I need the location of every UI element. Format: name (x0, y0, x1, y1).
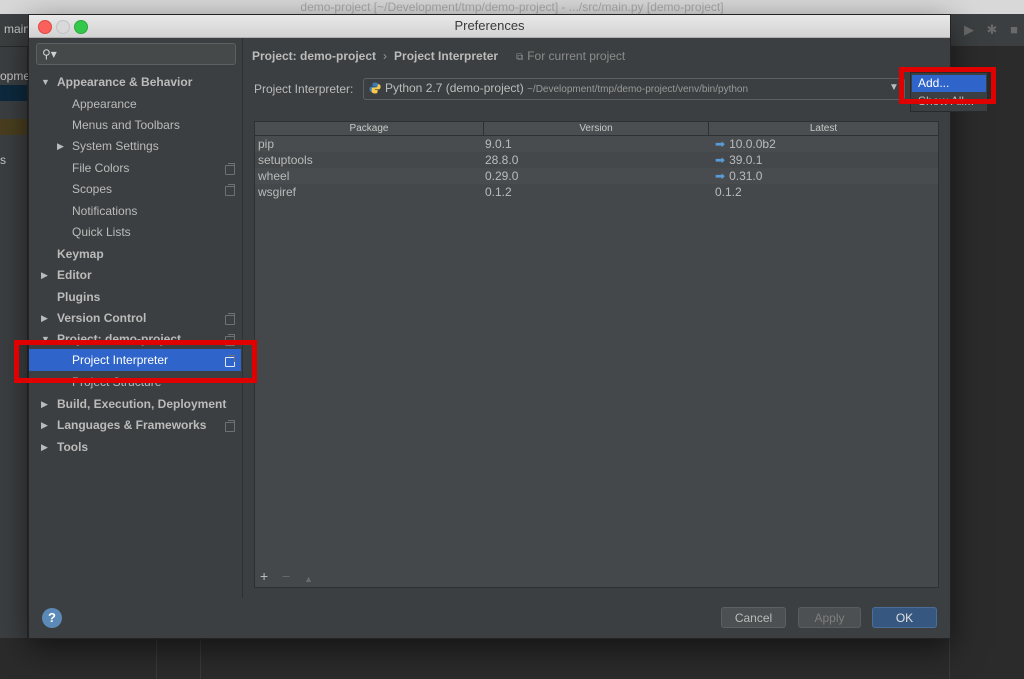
tree-item-plugins[interactable]: Plugins (57, 287, 100, 308)
package-name: setuptools (258, 153, 313, 167)
interpreter-value: Python 2.7 (demo-project) ~/Development/… (385, 81, 748, 97)
upgrade-package-button[interactable]: ▲ (304, 571, 313, 587)
ide-project-fragment: opme (0, 69, 31, 83)
chevron-down-icon[interactable]: ▼ (889, 81, 899, 95)
project-scope-icon (225, 184, 235, 196)
tree-item-tools[interactable]: Tools (57, 437, 88, 458)
debug-icon[interactable]: ✱ (985, 23, 999, 37)
package-name: wsgiref (258, 185, 297, 199)
interpreter-name: Python 2.7 (demo-project) (385, 81, 524, 95)
package-latest: 0.1.2 (715, 185, 742, 199)
packages-table: Package Version Latest pip 9.0.1 ➡ 10.0.0… (254, 121, 939, 588)
column-header-package[interactable]: Package (255, 122, 484, 135)
column-header-version[interactable]: Version (484, 122, 709, 135)
settings-tree: ⚲▾ ▼ Appearance & Behavior Appearance Me… (29, 38, 243, 598)
dialog-titlebar: Preferences (29, 15, 950, 38)
package-latest: ➡ 10.0.0b2 (715, 136, 776, 152)
breadcrumb: Project: demo-project › Project Interprete… (252, 48, 625, 64)
tree-item-languages[interactable]: Languages & Frameworks (57, 415, 206, 436)
ide-divider (156, 638, 157, 679)
upgrade-arrow-icon: ➡ (715, 153, 726, 167)
close-window-button[interactable] (38, 20, 52, 34)
copy-icon: ⧉ (516, 52, 524, 63)
project-scope-icon (225, 313, 235, 325)
package-latest: ➡ 39.0.1 (715, 152, 762, 168)
table-toolbar: + − ▲ (255, 566, 938, 586)
coverage-icon[interactable]: ■ (1007, 23, 1021, 37)
package-version: 28.8.0 (485, 153, 519, 167)
project-scope-icon (225, 420, 235, 432)
ide-highlight-row (0, 119, 27, 135)
table-row[interactable]: wsgiref 0.1.2 0.1.2 (255, 184, 938, 200)
table-row[interactable]: setuptools 28.8.0 ➡ 39.0.1 (255, 152, 938, 168)
collapsed-arrow-icon[interactable]: ▶ (41, 308, 48, 329)
tree-item-editor[interactable]: Editor (57, 265, 92, 286)
interpreter-label: Project Interpreter: (254, 82, 354, 96)
latest-version: 0.31.0 (729, 169, 763, 183)
collapsed-arrow-icon[interactable]: ▶ (41, 265, 48, 286)
tree-item-notifications[interactable]: Notifications (72, 201, 137, 222)
tree-item-file-colors[interactable]: File Colors (72, 158, 129, 179)
ide-divider (200, 638, 201, 679)
interpreter-select[interactable]: Python 2.7 (demo-project) ~/Development/… (363, 78, 905, 100)
table-row[interactable]: wheel 0.29.0 ➡ 0.31.0 (255, 168, 938, 184)
dialog-title: Preferences (454, 18, 525, 33)
apply-button[interactable]: Apply (798, 607, 861, 628)
project-scope-icon (225, 163, 235, 175)
package-latest: ➡ 0.31.0 (715, 168, 762, 184)
breadcrumb-scope: ⧉ For current project (516, 49, 625, 63)
upgrade-arrow-icon: ➡ (715, 169, 726, 183)
package-version: 0.29.0 (485, 169, 519, 183)
ide-editor-bottom (0, 638, 949, 679)
tree-item-keymap[interactable]: Keymap (57, 244, 104, 265)
install-package-button[interactable]: + (260, 568, 268, 584)
ide-label-fragment: s (0, 153, 6, 167)
cancel-button[interactable]: Cancel (721, 607, 786, 628)
table-row[interactable]: pip 9.0.1 ➡ 10.0.0b2 (255, 136, 938, 152)
ide-editor-gutter (949, 47, 1024, 679)
tree-item-menus-toolbars[interactable]: Menus and Toolbars (72, 115, 180, 136)
package-version: 0.1.2 (485, 185, 512, 199)
column-header-latest[interactable]: Latest (709, 122, 938, 135)
python-icon (369, 82, 381, 94)
tree-item-quick-lists[interactable]: Quick Lists (72, 222, 131, 243)
ide-window-title: demo-project [~/Development/tmp/demo-pro… (0, 0, 1024, 14)
collapsed-arrow-icon[interactable]: ▶ (41, 415, 48, 436)
run-icon[interactable]: ▶ (962, 23, 976, 37)
tree-item-version-control[interactable]: Version Control (57, 308, 146, 329)
package-name: pip (258, 137, 275, 151)
latest-version: 39.0.1 (729, 153, 763, 167)
tree-item-build[interactable]: Build, Execution, Deployment (57, 394, 226, 415)
upgrade-arrow-icon: ➡ (715, 137, 726, 151)
ok-button[interactable]: OK (872, 607, 937, 628)
tree-item-system-settings[interactable]: System Settings (72, 136, 159, 157)
collapsed-arrow-icon[interactable]: ▶ (41, 394, 48, 415)
ide-run-config-label[interactable]: main (4, 22, 30, 36)
search-icon: ⚲▾ (42, 47, 57, 61)
breadcrumb-page: Project Interpreter (394, 49, 499, 63)
uninstall-package-button[interactable]: − (282, 568, 290, 584)
breadcrumb-scope-label: For current project (527, 49, 626, 63)
collapsed-arrow-icon[interactable]: ▶ (57, 136, 64, 157)
package-version: 9.0.1 (485, 137, 512, 151)
highlight-box-project-interpreter (14, 340, 257, 383)
latest-version: 10.0.0b2 (729, 137, 776, 151)
settings-search-input[interactable]: ⚲▾ (36, 43, 236, 65)
minimize-window-button[interactable] (56, 20, 70, 34)
interpreter-path: ~/Development/tmp/demo-project/venv/bin/… (527, 84, 749, 95)
help-button[interactable]: ? (42, 608, 62, 628)
tree-item-appearance[interactable]: Appearance (72, 94, 137, 115)
ide-selected-row (0, 85, 27, 101)
maximize-window-button[interactable] (74, 20, 88, 34)
highlight-box-add (899, 67, 996, 104)
package-name: wheel (258, 169, 290, 183)
breadcrumb-separator: › (383, 49, 388, 63)
collapsed-arrow-icon[interactable]: ▶ (41, 437, 48, 458)
expanded-arrow-icon[interactable]: ▼ (41, 72, 50, 93)
breadcrumb-project: Project: demo-project (252, 49, 377, 63)
table-header: Package Version Latest (255, 122, 938, 136)
tree-item-appearance-behavior[interactable]: Appearance & Behavior (57, 72, 192, 93)
tree-item-scopes[interactable]: Scopes (72, 179, 112, 200)
preferences-dialog: Preferences ⚲▾ ▼ Appearance & Behavior A… (28, 14, 988, 639)
